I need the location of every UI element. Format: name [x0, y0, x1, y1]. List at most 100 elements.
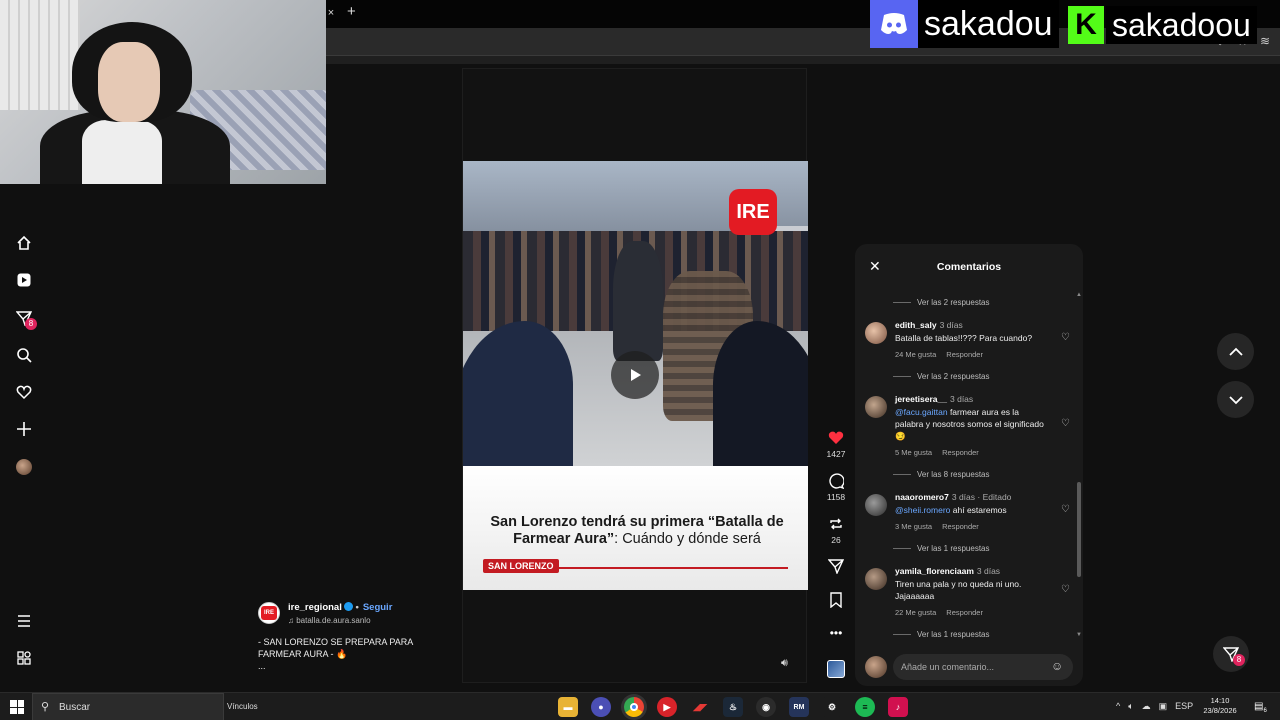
comment-text: @sheii.romero ahí estaremos [895, 505, 1007, 515]
view-replies-link[interactable]: Ver las 1 respuestas [893, 544, 989, 553]
notifications-heart-icon[interactable] [14, 382, 34, 402]
home-icon[interactable] [14, 233, 34, 253]
share-action[interactable] [822, 558, 850, 576]
audio-thumbnail[interactable] [822, 660, 850, 678]
like-count: 1427 [826, 449, 846, 459]
scroll-down-arrow-icon[interactable]: ▼ [1076, 632, 1082, 638]
commenter-avatar[interactable] [865, 396, 887, 418]
comment-heart-icon[interactable]: ♡ [1061, 418, 1070, 429]
cloud-icon[interactable]: ☁ [1142, 701, 1151, 712]
steam-icon[interactable]: ♨ [723, 697, 743, 717]
commenter-username[interactable]: naaoromero7 [895, 492, 949, 502]
commenter-username[interactable]: yamila_florenciaam [895, 566, 974, 576]
view-replies-link[interactable]: Ver las 2 respuestas [893, 298, 989, 307]
comments-scrollbar[interactable]: ▲ ▼ [1075, 292, 1083, 642]
create-plus-icon[interactable] [14, 419, 34, 439]
system-tray: ^ 🔈︎ ☁ ▣ ESP [1116, 701, 1193, 712]
clock-date: 23/8/2026 [1203, 706, 1237, 715]
youtube-music-icon[interactable]: ▶ [657, 697, 677, 717]
scroll-up-arrow-icon[interactable]: ▲ [1076, 292, 1082, 298]
taskbar-search[interactable]: ⚲ Buscar [32, 693, 224, 720]
messages-button[interactable]: 8 [1213, 636, 1249, 672]
taskbar-clock[interactable]: 14:10 23/8/2026 [1198, 696, 1242, 716]
commenter-avatar[interactable] [865, 322, 887, 344]
view-replies-link[interactable]: Ver las 8 respuestas [893, 470, 989, 479]
obs-icon[interactable]: ◉ [756, 697, 776, 717]
play-button[interactable] [611, 351, 659, 399]
tiktok-icon[interactable]: ♪ [888, 697, 908, 717]
more-apps-icon[interactable] [14, 648, 34, 668]
more-options-icon[interactable]: ••• [822, 626, 850, 644]
messages-badge: 8 [25, 318, 37, 330]
reply-button[interactable]: Responder [942, 522, 979, 531]
like-action[interactable]: 1427 [822, 430, 850, 459]
screen: × + ⇩ ☆ ≋ sakadou K sakadoou 8 [0, 0, 1280, 720]
follow-button[interactable]: Seguir [363, 602, 393, 613]
network-icon[interactable]: ▣ [1159, 701, 1168, 712]
reply-button[interactable]: Responder [942, 448, 979, 457]
comment-like-count: 22 Me gusta [895, 608, 937, 617]
comment-icon[interactable] [822, 473, 850, 491]
location-tag: SAN LORENZO [483, 559, 559, 573]
comment-count: 1158 [826, 492, 846, 502]
account-avatar[interactable]: IRE [258, 602, 280, 624]
bookmarks-bar [326, 56, 1280, 64]
language-indicator[interactable]: ESP [1175, 701, 1193, 712]
comment-action[interactable]: 1158 [822, 473, 850, 502]
commenter-avatar[interactable] [865, 568, 887, 590]
commenter-avatar[interactable] [865, 494, 887, 516]
next-reel-button[interactable] [1217, 381, 1254, 418]
links-toolbar[interactable]: Vínculos [227, 702, 258, 711]
comment-heart-icon[interactable]: ♡ [1061, 332, 1070, 343]
reply-button[interactable]: Responder [946, 608, 983, 617]
verified-badge-icon [343, 602, 353, 611]
volume-icon[interactable]: 🔈︎ [1128, 701, 1133, 712]
tab-close-button[interactable]: × [326, 6, 336, 20]
save-action[interactable] [822, 592, 850, 610]
tray-chevron-icon[interactable]: ^ [1116, 701, 1120, 712]
scrollbar-thumb[interactable] [1077, 482, 1081, 577]
direct-messages-icon[interactable]: 8 [14, 308, 37, 330]
comment-composer: ☺ [855, 649, 1083, 686]
profile-avatar[interactable] [14, 457, 34, 477]
chrome-icon[interactable] [624, 697, 644, 717]
headline-card: San Lorenzo tendrá su primera “Batalla d… [463, 466, 808, 590]
caption-text: - SAN LORENZO SE PREPARA PARA FARMEAR AU… [258, 637, 413, 659]
windows-start-icon[interactable] [10, 700, 24, 714]
taskbar-search-label: Buscar [59, 702, 91, 713]
view-replies-link[interactable]: Ver las 1 respuestas [893, 630, 989, 639]
bookmark-icon[interactable] [822, 592, 850, 610]
spotify-icon[interactable]: ≡ [855, 697, 875, 717]
send-icon[interactable] [822, 558, 850, 576]
heart-filled-icon[interactable] [822, 430, 850, 448]
commenter-username[interactable]: jereetisera__ [895, 394, 947, 404]
windows-taskbar: ⚲ Buscar Vínculos ▬ ● ▶ ◢◤ ♨ ◉ RM ⚙ ≡ ♪ … [0, 692, 1280, 720]
extension-icon[interactable]: ≋ [1260, 34, 1270, 48]
reply-button[interactable]: Responder [946, 350, 983, 359]
view-replies-link[interactable]: Ver las 2 respuestas [893, 372, 989, 381]
new-tab-button[interactable]: + [347, 3, 356, 20]
rm-app-icon[interactable]: RM [789, 697, 809, 717]
caption-more[interactable]: ... [258, 660, 448, 672]
discord-app-icon[interactable]: ● [591, 697, 611, 717]
previous-reel-button[interactable] [1217, 333, 1254, 370]
repost-action[interactable]: 26 [822, 516, 850, 545]
file-explorer-icon[interactable]: ▬ [558, 697, 578, 717]
emoji-icon[interactable]: ☺ [1051, 659, 1063, 673]
speedtest-icon[interactable]: ◢◤ [690, 697, 710, 717]
add-comment-input[interactable] [893, 654, 1073, 680]
comment-heart-icon[interactable]: ♡ [1061, 504, 1070, 515]
audio-link[interactable]: ♫ batalla.de.aura.sanlo [288, 616, 371, 625]
comment-heart-icon[interactable]: ♡ [1061, 584, 1070, 595]
search-icon[interactable] [14, 345, 34, 365]
repost-icon[interactable] [822, 516, 850, 534]
menu-icon[interactable] [14, 611, 34, 631]
reel-video-player[interactable]: IRE San Lorenzo tendrá su primera “Batal… [462, 68, 808, 683]
notification-center-icon[interactable]: ▤6 [1254, 701, 1267, 714]
settings-gear-icon[interactable]: ⚙ [822, 697, 842, 717]
account-username[interactable]: ire_regional [288, 602, 342, 613]
commenter-username[interactable]: edith_saly [895, 320, 937, 330]
volume-icon[interactable]: 🔊︎ [781, 657, 788, 670]
comment-like-count: 5 Me gusta [895, 448, 933, 457]
reels-icon[interactable] [14, 270, 34, 290]
